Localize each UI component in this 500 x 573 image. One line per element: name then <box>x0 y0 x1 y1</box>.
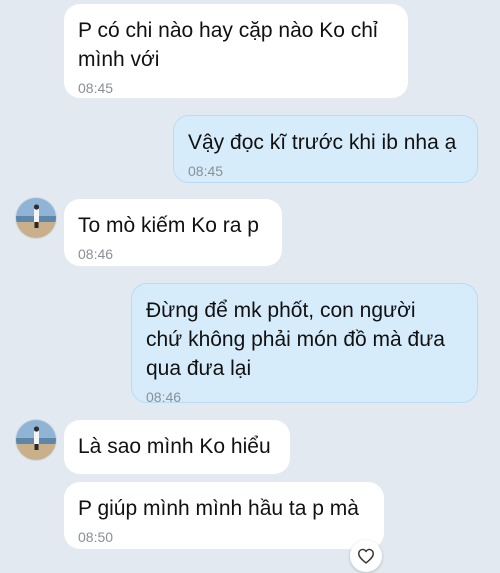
message-bubble-incoming[interactable]: To mò kiếm Ko ra p 08:46 <box>64 199 282 266</box>
message-time: 08:50 <box>78 529 114 545</box>
chat-thread: P có chi nào hay cặp nào Ko chỉ mình với… <box>0 0 500 573</box>
heart-icon[interactable] <box>350 540 382 572</box>
message-bubble-outgoing[interactable]: Vậy đọc kĩ trước khi ib nha ạ 08:45 <box>173 115 478 183</box>
message-text: Là sao mình Ko hiểu <box>78 435 271 458</box>
message-time: 08:45 <box>78 80 114 96</box>
avatar[interactable] <box>16 420 56 460</box>
avatar[interactable] <box>16 198 56 238</box>
message-bubble-incoming[interactable]: P giúp mình mình hầu ta p mà 08:50 <box>64 482 384 549</box>
message-time: 08:46 <box>78 246 114 262</box>
message-text: Đừng để mk phốt, con người chứ không phả… <box>146 299 445 380</box>
message-bubble-outgoing[interactable]: Đừng để mk phốt, con người chứ không phả… <box>131 283 478 405</box>
message-bubble-incoming[interactable]: Là sao mình Ko hiểu <box>64 420 290 474</box>
message-text: P có chi nào hay cặp nào Ko chỉ mình với <box>78 19 378 71</box>
message-text: Vậy đọc kĩ trước khi ib nha ạ <box>188 131 457 154</box>
message-text: To mò kiếm Ko ra p <box>78 214 259 237</box>
message-text: P giúp mình mình hầu ta p mà <box>78 497 359 520</box>
message-time: 08:45 <box>188 163 224 179</box>
message-bubble-incoming[interactable]: P có chi nào hay cặp nào Ko chỉ mình với… <box>64 4 408 98</box>
message-time: 08:46 <box>146 389 182 405</box>
